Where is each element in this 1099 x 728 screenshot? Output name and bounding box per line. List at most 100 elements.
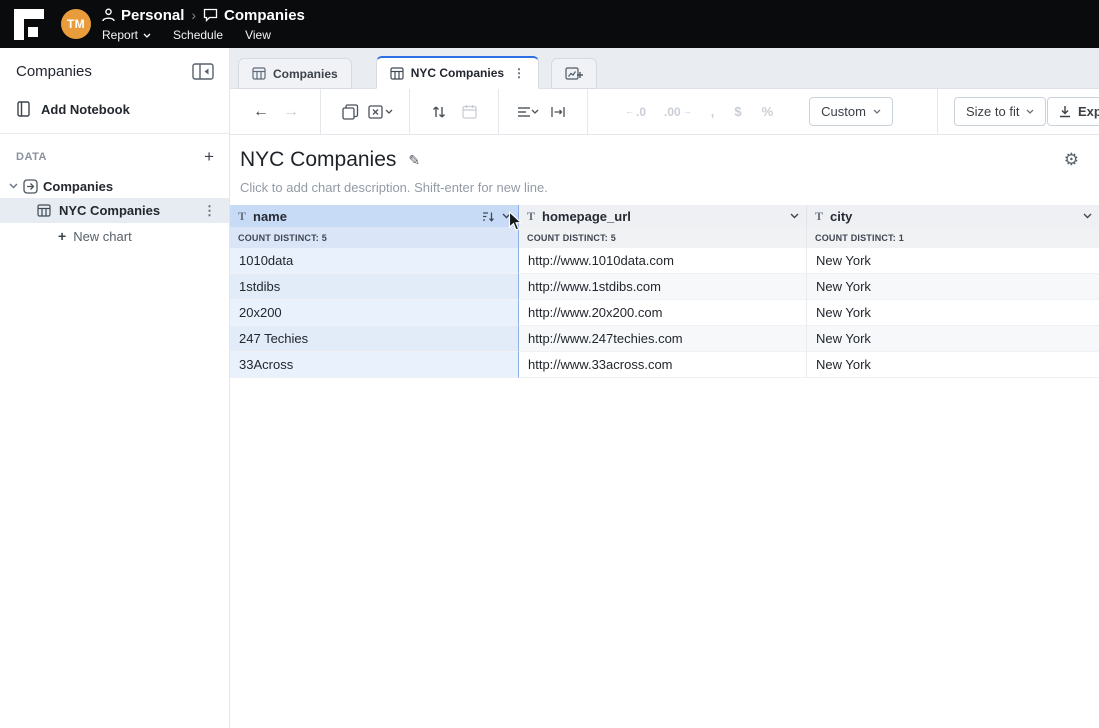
date-format-icon bbox=[454, 97, 484, 127]
kebab-menu-icon[interactable]: ⋮ bbox=[203, 203, 216, 219]
notebook-icon bbox=[16, 101, 31, 117]
menu-view[interactable]: View bbox=[245, 28, 271, 42]
data-section-label: DATA bbox=[16, 151, 47, 163]
kebab-menu-icon[interactable]: ⋮ bbox=[513, 66, 525, 80]
new-chart-icon bbox=[565, 67, 584, 81]
toolbar-divider bbox=[498, 89, 499, 134]
add-data-button[interactable]: + bbox=[204, 150, 214, 164]
column-summary[interactable]: COUNT DISTINCT: 5 bbox=[230, 227, 519, 248]
main-content: NYC Companies ✎ ⚙ Click to add chart des… bbox=[230, 135, 1099, 728]
table-header-row: T name T homepage_url T ci bbox=[230, 205, 1099, 227]
table-summary-row: COUNT DISTINCT: 5 COUNT DISTINCT: 5 COUN… bbox=[230, 227, 1099, 248]
table-icon bbox=[37, 204, 51, 217]
person-icon bbox=[102, 8, 115, 22]
chevron-down-icon bbox=[1026, 109, 1034, 114]
text-type-icon: T bbox=[527, 209, 535, 224]
undo-back-button[interactable]: ← bbox=[246, 97, 276, 127]
sidebar-item-new-chart[interactable]: + New chart bbox=[0, 223, 229, 249]
table-cell[interactable]: 1stdibs bbox=[230, 274, 519, 300]
menu-schedule[interactable]: Schedule bbox=[173, 28, 223, 42]
table-cell[interactable]: New York bbox=[807, 326, 1099, 352]
table-cell[interactable]: http://www.1010data.com bbox=[519, 248, 807, 274]
thousands-separator-icon: , bbox=[701, 104, 725, 119]
size-to-fit-button[interactable]: Size to fit bbox=[954, 97, 1046, 126]
breadcrumb-separator: › bbox=[190, 7, 197, 23]
chart-description-placeholder[interactable]: Click to add chart description. Shift-en… bbox=[230, 172, 1099, 195]
sidebar-item-nyc-companies[interactable]: NYC Companies ⋮ bbox=[0, 198, 229, 223]
table-row: 33Across http://www.33across.com New Yor… bbox=[230, 352, 1099, 378]
plus-icon: + bbox=[58, 228, 66, 244]
align-icon[interactable] bbox=[513, 97, 543, 127]
column-header-homepage-url[interactable]: T homepage_url bbox=[519, 205, 807, 227]
tab-companies[interactable]: Companies bbox=[238, 58, 352, 89]
table-cell[interactable]: New York bbox=[807, 274, 1099, 300]
table-cell[interactable]: 1010data bbox=[230, 248, 519, 274]
chevron-down-icon bbox=[385, 109, 393, 114]
edit-title-icon[interactable]: ✎ bbox=[408, 152, 420, 169]
chevron-down-icon bbox=[790, 213, 799, 219]
table-cell[interactable]: http://www.1stdibs.com bbox=[519, 274, 807, 300]
table-icon bbox=[390, 67, 404, 80]
chevron-down-icon bbox=[143, 33, 151, 38]
topbar-text-block: Personal › Companies Report Schedule Vie… bbox=[102, 6, 305, 43]
table-cell[interactable]: New York bbox=[807, 300, 1099, 326]
currency-format-icon: $ bbox=[724, 104, 751, 119]
custom-format-button[interactable]: Custom bbox=[809, 97, 893, 126]
table-cell[interactable]: New York bbox=[807, 352, 1099, 378]
table-icon bbox=[252, 67, 266, 80]
tab-bar: Companies NYC Companies ⋮ bbox=[230, 48, 1099, 89]
percent-format-icon: % bbox=[752, 104, 784, 119]
table-cell[interactable]: http://www.247techies.com bbox=[519, 326, 807, 352]
chart-actions-icon[interactable] bbox=[365, 97, 395, 127]
column-header-city[interactable]: T city bbox=[807, 205, 1099, 227]
decrease-decimal-icon: ←.0 bbox=[616, 105, 655, 119]
toolbar-divider bbox=[937, 89, 938, 134]
table-cell[interactable]: 33Across bbox=[230, 352, 519, 378]
text-type-icon: T bbox=[815, 209, 823, 224]
breadcrumb: Personal › Companies bbox=[102, 6, 305, 25]
sort-icon[interactable] bbox=[424, 97, 454, 127]
table-row: 247 Techies http://www.247techies.com Ne… bbox=[230, 326, 1099, 352]
breadcrumb-workspace[interactable]: Personal bbox=[121, 7, 184, 24]
table-cell[interactable]: 20x200 bbox=[230, 300, 519, 326]
chevron-down-icon bbox=[1083, 213, 1092, 219]
text-wrap-icon[interactable] bbox=[543, 97, 573, 127]
column-header-name[interactable]: T name bbox=[230, 205, 519, 227]
report-icon bbox=[203, 8, 218, 22]
export-button[interactable]: Export bbox=[1047, 97, 1099, 126]
sidebar-item-companies[interactable]: Companies bbox=[0, 174, 229, 198]
column-summary[interactable]: COUNT DISTINCT: 1 bbox=[807, 227, 1099, 248]
chevron-down-icon bbox=[502, 213, 511, 219]
chevron-down-icon bbox=[9, 183, 18, 189]
text-type-icon: T bbox=[238, 209, 246, 224]
dataset-collection-icon bbox=[23, 179, 38, 194]
toolbar-divider bbox=[587, 89, 588, 134]
data-table: T name T homepage_url T ci bbox=[230, 205, 1099, 378]
download-icon bbox=[1059, 105, 1071, 118]
table-cell[interactable]: http://www.33across.com bbox=[519, 352, 807, 378]
new-chart-tab-button[interactable] bbox=[551, 58, 597, 89]
breadcrumb-report[interactable]: Companies bbox=[224, 7, 305, 24]
avatar[interactable]: TM bbox=[61, 9, 91, 39]
collapse-sidebar-icon[interactable] bbox=[192, 63, 214, 80]
table-cell[interactable]: New York bbox=[807, 248, 1099, 274]
gear-icon[interactable]: ⚙ bbox=[1064, 150, 1079, 170]
table-row: 1010data http://www.1010data.com New Yor… bbox=[230, 248, 1099, 274]
table-row: 1stdibs http://www.1stdibs.com New York bbox=[230, 274, 1099, 300]
menu-report[interactable]: Report bbox=[102, 28, 151, 42]
toolbar-divider bbox=[409, 89, 410, 134]
redo-forward-button[interactable]: → bbox=[276, 97, 306, 127]
topbar: TM Personal › Companies Report Schedule bbox=[0, 0, 1099, 48]
toolbar: ← → bbox=[230, 89, 1099, 135]
tab-nyc-companies[interactable]: NYC Companies ⋮ bbox=[376, 56, 539, 89]
sidebar: Companies Add Notebook DATA + Companies bbox=[0, 48, 230, 728]
add-notebook-button[interactable]: Add Notebook bbox=[0, 80, 229, 117]
toolbar-divider bbox=[320, 89, 321, 134]
table-cell[interactable]: http://www.20x200.com bbox=[519, 300, 807, 326]
sidebar-title: Companies bbox=[16, 63, 92, 80]
app-logo-icon[interactable] bbox=[14, 9, 44, 40]
sort-ascending-icon bbox=[482, 211, 495, 222]
column-summary[interactable]: COUNT DISTINCT: 5 bbox=[519, 227, 807, 248]
table-cell[interactable]: 247 Techies bbox=[230, 326, 519, 352]
duplicate-chart-icon[interactable] bbox=[335, 97, 365, 127]
